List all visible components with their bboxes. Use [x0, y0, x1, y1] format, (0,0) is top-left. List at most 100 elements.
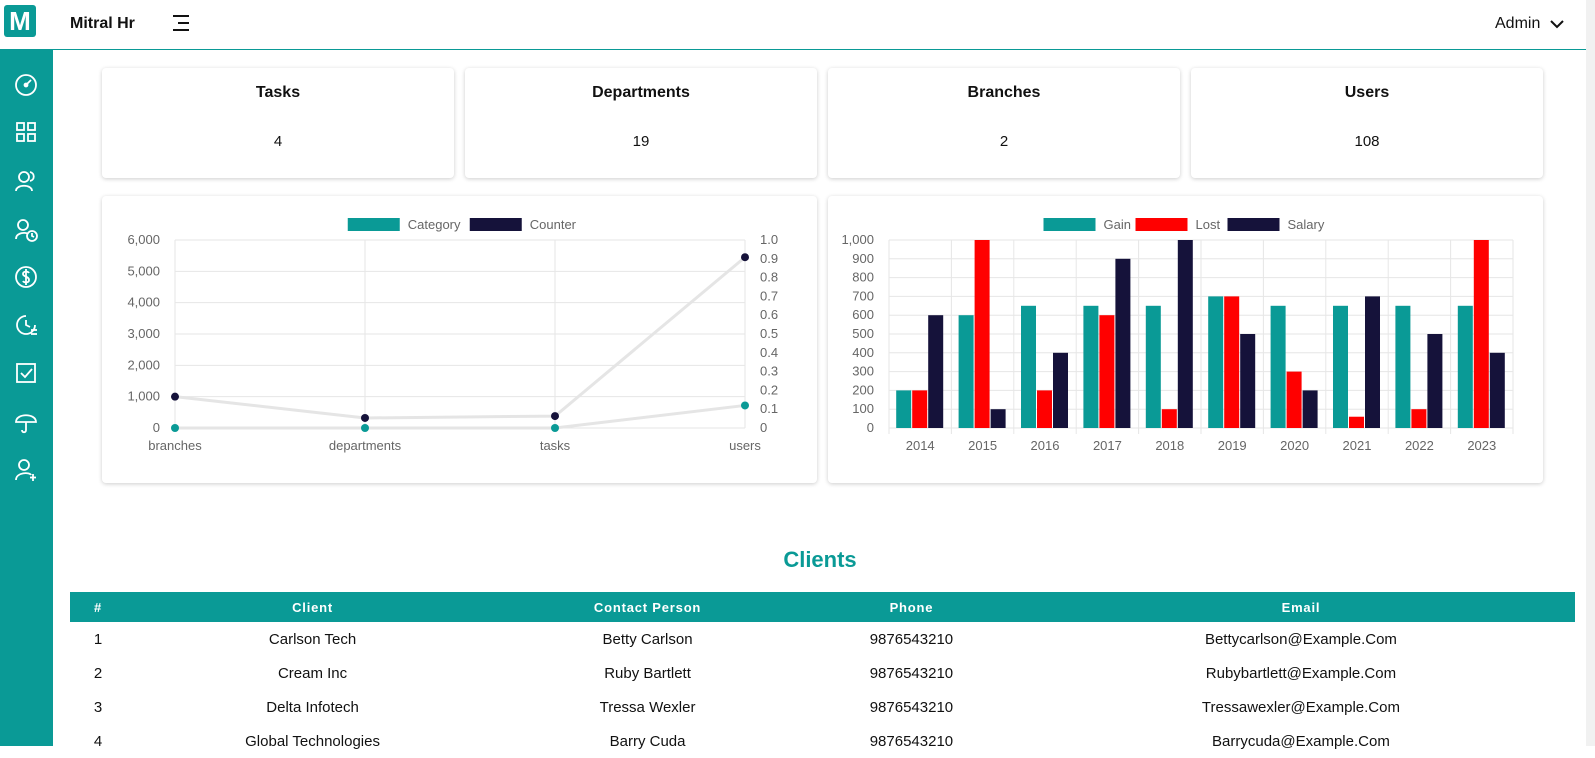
- bar: [1473, 240, 1489, 428]
- bar: [1099, 315, 1115, 428]
- cell-email: Bettycarlson@Example.Com: [1204, 630, 1397, 648]
- bar: [1395, 305, 1411, 428]
- data-point: [171, 424, 179, 432]
- table-header-row: # Client Contact Person Phone Email: [70, 592, 1575, 622]
- bar: [1177, 240, 1193, 428]
- legend-swatch: [347, 218, 400, 231]
- cell-phone: 9876543210: [869, 630, 954, 648]
- y-tick-label: 800: [852, 270, 874, 285]
- column-header[interactable]: Email: [1026, 592, 1575, 622]
- stat-value: 19: [632, 133, 650, 150]
- y2-tick-label: 1.0: [760, 232, 778, 247]
- bar: [1053, 352, 1068, 428]
- y-tick-label: 300: [852, 364, 874, 379]
- stat-card-users[interactable]: Users 108: [1191, 68, 1543, 178]
- y-tick-label: 3,000: [127, 326, 160, 341]
- cell-client: Global Technologies: [245, 732, 380, 750]
- stat-card-branches[interactable]: Branches 2: [828, 68, 1180, 178]
- x-tick-label: 2018: [1155, 438, 1184, 453]
- dashboard-icon[interactable]: [13, 71, 39, 97]
- y-tick-label: 0: [153, 420, 160, 435]
- y2-tick-label: 0.6: [760, 307, 778, 322]
- y-tick-label: 100: [852, 401, 874, 416]
- user-menu-label: Admin: [1495, 15, 1541, 32]
- time-report-icon[interactable]: [13, 312, 39, 338]
- cell-contact: Ruby Bartlett: [604, 664, 691, 682]
- x-tick-label: 2023: [1467, 438, 1496, 453]
- y-tick-label: 1,000: [841, 232, 874, 247]
- cell-email: Tressawexler@Example.Com: [1201, 698, 1400, 716]
- column-header[interactable]: #: [70, 592, 126, 622]
- task-check-icon[interactable]: [13, 360, 39, 386]
- dollar-icon[interactable]: [13, 264, 39, 290]
- bar-chart[interactable]: Gain Lost Salary 0 100 200 300 400 500 600 700 800 9…: [828, 196, 1543, 483]
- bar: [1411, 409, 1427, 428]
- sidebar: [0, 50, 53, 746]
- y2-tick-label: 0.1: [760, 401, 778, 416]
- bar: [928, 315, 944, 428]
- bar: [1037, 390, 1052, 428]
- table-row[interactable]: 2 Cream Inc Ruby Bartlett 9876543210 Rub…: [70, 656, 1575, 690]
- column-header[interactable]: Contact Person: [499, 592, 796, 622]
- y-tick-label: 2,000: [127, 357, 160, 372]
- stat-title: Users: [1344, 84, 1390, 101]
- stat-card-departments[interactable]: Departments 19: [465, 68, 817, 178]
- stat-value: 2: [999, 133, 1009, 150]
- scrollbar[interactable]: [1586, 0, 1595, 746]
- app-logo[interactable]: M: [4, 5, 36, 37]
- add-user-icon[interactable]: [13, 457, 39, 483]
- y-tick-label: 700: [852, 288, 874, 303]
- cell-contact: Betty Carlson: [602, 630, 693, 648]
- table-row[interactable]: 3 Delta Infotech Tressa Wexler 987654321…: [70, 690, 1575, 724]
- y2-tick-label: 0: [760, 420, 767, 435]
- cell-index: 1: [93, 630, 103, 648]
- cell-contact: Tressa Wexler: [599, 698, 696, 716]
- cell-index: 2: [93, 664, 103, 682]
- top-bar: M Mitral Hr Admin: [0, 0, 1595, 50]
- cell-client: Cream Inc: [277, 664, 348, 682]
- y-tick-label: 400: [852, 345, 874, 360]
- legend-label: Category: [408, 217, 461, 232]
- bar: [1145, 305, 1161, 428]
- cell-index: 3: [93, 698, 103, 716]
- bar-chart-card: Gain Lost Salary 0 100 200 300 400 500 600 700 800 9…: [828, 196, 1543, 483]
- stat-value: 108: [1354, 133, 1380, 150]
- cell-client: Delta Infotech: [266, 698, 359, 716]
- y-tick-label: 500: [852, 326, 874, 341]
- line-chart[interactable]: Category Counter 0 1,000 2,000 3,000 4,000 5,00…: [102, 196, 817, 483]
- column-header[interactable]: Client: [126, 592, 500, 622]
- y-tick-label: 1,000: [127, 389, 160, 404]
- umbrella-icon[interactable]: [13, 409, 39, 435]
- user-clock-icon[interactable]: [13, 217, 39, 243]
- cell-client: Carlson Tech: [268, 630, 357, 648]
- users-icon[interactable]: [13, 168, 39, 194]
- column-header[interactable]: Phone: [795, 592, 1027, 622]
- x-tick-label: 2015: [968, 438, 997, 453]
- y2-tick-label: 0.2: [760, 382, 778, 397]
- bar: [1286, 371, 1302, 428]
- x-tick-label: 2020: [1280, 438, 1309, 453]
- y2-tick-label: 0.7: [760, 288, 778, 303]
- cell-email: Barrycuda@Example.Com: [1212, 732, 1390, 750]
- clients-title: Clients: [783, 547, 857, 572]
- y2-tick-label: 0.3: [760, 364, 778, 379]
- table-row[interactable]: 4 Global Technologies Barry Cuda 9876543…: [70, 724, 1575, 758]
- user-menu[interactable]: Admin: [1495, 15, 1565, 33]
- app-name: Mitral Hr: [70, 15, 135, 32]
- stat-title: Departments: [592, 84, 690, 101]
- x-tick-label: departments: [329, 438, 402, 453]
- y-tick-label: 900: [852, 251, 874, 266]
- x-tick-label: tasks: [540, 438, 571, 453]
- clients-table: # Client Contact Person Phone Email 1 Ca…: [70, 592, 1575, 758]
- stat-card-tasks[interactable]: Tasks 4: [102, 68, 454, 178]
- stat-value: 4: [273, 133, 283, 150]
- y-tick-label: 600: [852, 307, 874, 322]
- cell-contact: Barry Cuda: [609, 732, 686, 750]
- grid-icon[interactable]: [13, 119, 39, 145]
- cell-phone: 9876543210: [869, 664, 954, 682]
- menu-toggle-icon[interactable]: [170, 13, 192, 33]
- x-tick-label: 2014: [906, 438, 935, 453]
- x-tick-label: branches: [148, 438, 202, 453]
- table-row[interactable]: 1 Carlson Tech Betty Carlson 9876543210 …: [70, 622, 1575, 656]
- x-tick-label: 2016: [1031, 438, 1060, 453]
